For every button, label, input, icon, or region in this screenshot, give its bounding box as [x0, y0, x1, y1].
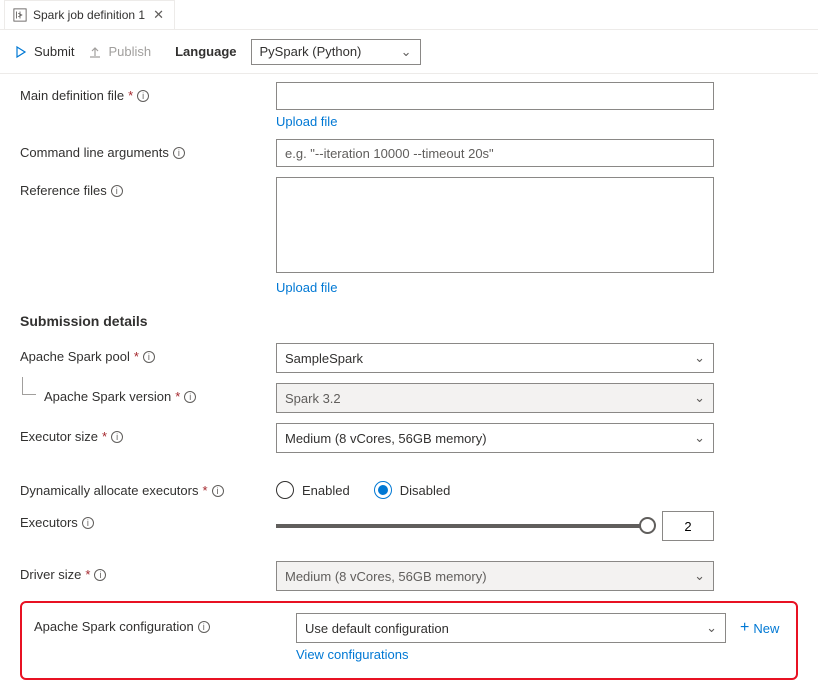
tab-title: Spark job definition 1: [33, 8, 145, 22]
toolbar: Submit Publish Language PySpark (Python)…: [0, 30, 818, 74]
driver-size-label: Driver size * i: [20, 561, 276, 582]
language-select[interactable]: PySpark (Python) ⌄: [251, 39, 421, 65]
plus-icon: +: [740, 619, 749, 637]
spark-pool-select[interactable]: SampleSpark ⌄: [276, 343, 714, 373]
radio-icon: [374, 481, 392, 499]
main-def-label: Main definition file * i: [20, 82, 276, 103]
executor-size-select[interactable]: Medium (8 vCores, 56GB memory) ⌄: [276, 423, 714, 453]
cmd-args-label: Command line arguments i: [20, 139, 276, 160]
play-icon: [14, 45, 28, 59]
info-icon[interactable]: i: [82, 517, 94, 529]
info-icon[interactable]: i: [184, 391, 196, 403]
spark-config-label: Apache Spark configuration i: [34, 613, 296, 634]
executors-slider[interactable]: [276, 524, 648, 528]
main-def-input[interactable]: [276, 82, 714, 110]
chevron-down-icon: ⌄: [694, 350, 705, 366]
info-icon[interactable]: i: [173, 147, 185, 159]
tab-spark-job-def[interactable]: Spark job definition 1 ✕: [4, 0, 175, 30]
executors-label: Executors i: [20, 509, 276, 530]
spark-version-select: Spark 3.2 ⌄: [276, 383, 714, 413]
radio-enabled[interactable]: Enabled: [276, 481, 350, 499]
chevron-down-icon: ⌄: [694, 390, 705, 406]
info-icon[interactable]: i: [143, 351, 155, 363]
ref-files-input[interactable]: [276, 177, 714, 273]
chevron-down-icon: ⌄: [694, 568, 705, 584]
radio-icon: [276, 481, 294, 499]
executors-value-input[interactable]: [662, 511, 714, 541]
spark-config-select[interactable]: Use default configuration ⌄: [296, 613, 726, 643]
spark-config-highlight: Apache Spark configuration i Use default…: [20, 601, 798, 680]
dyn-alloc-label: Dynamically allocate executors * i: [20, 477, 276, 498]
chevron-down-icon: ⌄: [401, 44, 412, 60]
info-icon[interactable]: i: [198, 621, 210, 633]
upload-file-link[interactable]: Upload file: [276, 114, 337, 129]
cmd-args-input[interactable]: [276, 139, 714, 167]
view-configurations-link[interactable]: View configurations: [296, 647, 409, 662]
tab-bar: Spark job definition 1 ✕: [0, 0, 818, 30]
info-icon[interactable]: i: [111, 185, 123, 197]
spark-pool-label: Apache Spark pool * i: [20, 343, 276, 364]
chevron-down-icon: ⌄: [694, 430, 705, 446]
upload-file-link-2[interactable]: Upload file: [276, 280, 337, 295]
slider-thumb[interactable]: [639, 517, 656, 534]
language-label: Language: [175, 44, 236, 59]
spark-job-icon: [13, 8, 27, 22]
close-icon[interactable]: ✕: [151, 7, 166, 23]
driver-size-select: Medium (8 vCores, 56GB memory) ⌄: [276, 561, 714, 591]
publish-button[interactable]: Publish: [88, 44, 151, 59]
chevron-down-icon: ⌄: [706, 620, 717, 636]
info-icon[interactable]: i: [137, 90, 149, 102]
submission-details-header: Submission details: [20, 313, 798, 329]
submit-button[interactable]: Submit: [14, 44, 74, 59]
new-config-button[interactable]: + New: [740, 619, 779, 637]
info-icon[interactable]: i: [111, 431, 123, 443]
info-icon[interactable]: i: [94, 569, 106, 581]
info-icon[interactable]: i: [212, 485, 224, 497]
radio-disabled[interactable]: Disabled: [374, 481, 451, 499]
publish-icon: [88, 45, 102, 59]
executor-size-label: Executor size * i: [20, 423, 276, 444]
spark-version-label: Apache Spark version * i: [20, 383, 276, 404]
ref-files-label: Reference files i: [20, 177, 276, 198]
